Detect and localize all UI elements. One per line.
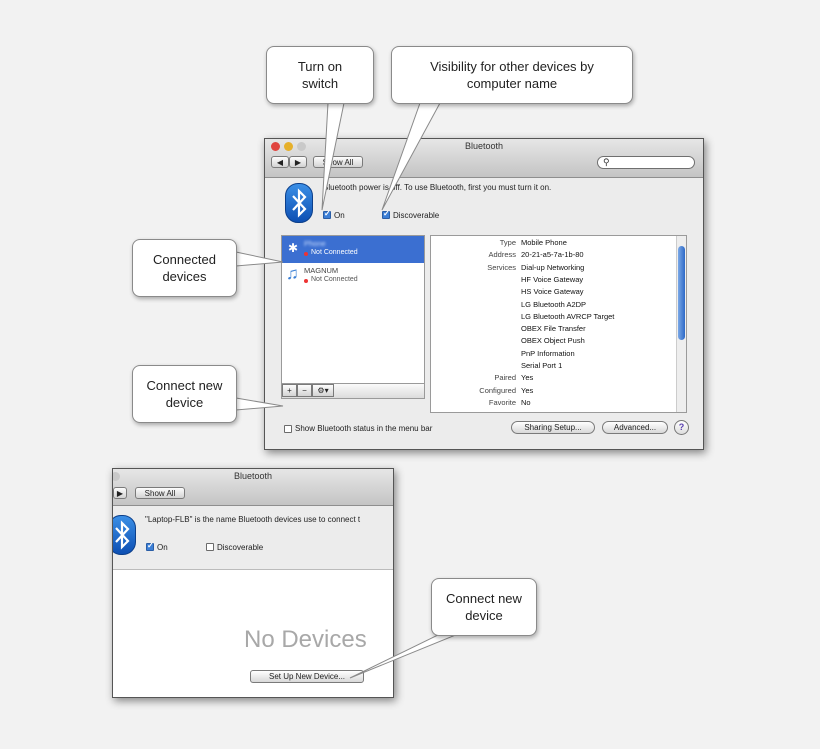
bluetooth-window-setup: Bluetooth ▶ Show All "Laptop-FLB" is the… — [112, 468, 394, 698]
no-devices-label: No Devices — [244, 626, 367, 653]
detail-value: LG Bluetooth A2DP — [521, 299, 587, 309]
on-label: On — [157, 543, 168, 552]
on-label: On — [334, 211, 345, 220]
device-row[interactable]: ♫ MAGNUM Not Connected — [282, 263, 424, 290]
on-checkbox[interactable] — [323, 209, 331, 219]
callout-connect-new-device: Connect new device — [132, 365, 237, 423]
music-note-icon: ♫ — [286, 264, 299, 283]
discoverable-label: Discoverable — [393, 211, 440, 220]
remove-device-button[interactable]: − — [297, 384, 312, 397]
forward-button[interactable]: ▶ — [289, 156, 307, 168]
scrollbar-thumb[interactable] — [678, 246, 685, 340]
window-title: Bluetooth — [464, 141, 504, 151]
device-status: Not Connected — [311, 276, 358, 283]
callout-visibility: Visibility for other devices by computer… — [391, 46, 633, 104]
device-name: Phone — [304, 239, 326, 248]
gear-icon[interactable]: ⚙▾ — [312, 384, 334, 397]
scrollbar[interactable] — [676, 236, 686, 412]
forward-button[interactable]: ▶ — [113, 487, 127, 499]
show-all-button[interactable]: Show All — [135, 487, 185, 499]
help-icon[interactable]: ? — [674, 420, 689, 435]
status-dot — [304, 252, 308, 256]
callout-turn-on: Turn on switch — [266, 46, 374, 104]
detail-value: OBEX Object Push — [521, 336, 585, 346]
computer-name-text: "Laptop-FLB" is the name Bluetooth devic… — [145, 515, 361, 524]
advanced-button[interactable]: Advanced... — [602, 421, 668, 434]
device-row-selected[interactable]: ✱ Phone Not Connected — [282, 236, 424, 263]
detail-label: Address — [488, 250, 516, 260]
detail-value: HS Voice Gateway — [521, 287, 584, 297]
back-button[interactable]: ◀ — [271, 156, 289, 168]
detail-value: Mobile Phone — [521, 238, 567, 247]
bluetooth-icon — [285, 183, 313, 223]
detail-value: Yes — [521, 373, 534, 383]
detail-value: No — [521, 397, 531, 407]
show-all-button[interactable]: Show All — [313, 156, 363, 168]
bluetooth-icon — [113, 515, 136, 555]
detail-label: Paired — [494, 373, 516, 383]
show-status-checkbox[interactable] — [284, 425, 292, 433]
device-status: Not Connected — [311, 249, 358, 256]
detail-label: Type — [499, 238, 516, 247]
detail-value: LG Bluetooth AVRCP Target — [521, 311, 615, 321]
detail-value: Yes — [521, 385, 534, 395]
device-list: ✱ Phone Not Connected ♫ MAGNUM Not Conne… — [281, 235, 425, 399]
detail-label: Services — [487, 262, 516, 272]
callout-connect-new-device-2: Connect new device — [431, 578, 537, 636]
sharing-setup-button[interactable]: Sharing Setup... — [511, 421, 595, 434]
power-status-text: Bluetooth power is off. To use Bluetooth… — [323, 183, 552, 192]
set-up-new-device-button[interactable]: Set Up New Device... — [250, 670, 364, 683]
detail-value: Dial-up Networking — [521, 262, 585, 272]
detail-value: 20-21-a5-7a-1b-80 — [521, 250, 584, 260]
list-toolbar: + − ⚙▾ — [282, 383, 424, 398]
search-input[interactable]: ⚲ — [597, 156, 695, 169]
discoverable-label: Discoverable — [217, 543, 264, 552]
bluetooth-window-main: Bluetooth ◀ ▶ Show All ⚲ Bluetooth power… — [264, 138, 704, 450]
discoverable-checkbox[interactable] — [206, 543, 214, 551]
detail-value: OBEX File Transfer — [521, 324, 586, 334]
device-name: MAGNUM — [304, 266, 339, 275]
add-device-button[interactable]: + — [282, 384, 297, 397]
callout-connected-devices: Connected devices — [132, 239, 237, 297]
titlebar: Bluetooth ▶ Show All — [113, 469, 393, 506]
detail-value: HF Voice Gateway — [521, 274, 584, 284]
device-area: No Devices Set Up New Device... — [113, 569, 393, 697]
titlebar: Bluetooth ◀ ▶ Show All ⚲ — [265, 139, 703, 178]
on-checkbox[interactable] — [146, 541, 154, 551]
detail-label: Favorite — [488, 397, 516, 407]
show-status-label: Show Bluetooth status in the menu bar — [295, 424, 433, 433]
detail-label: Configured — [479, 385, 516, 395]
window-title: Bluetooth — [233, 471, 273, 481]
detail-value: PnP Information — [521, 348, 575, 358]
detail-value: Serial Port 1 — [521, 361, 563, 370]
device-details: Type Mobile Phone Address 20-21-a5-7a-1b-80… — [430, 235, 687, 413]
status-dot — [304, 279, 308, 283]
discoverable-checkbox[interactable] — [382, 209, 390, 219]
search-icon: ⚲ — [603, 157, 610, 167]
bluetooth-icon: ✱ — [288, 241, 299, 255]
